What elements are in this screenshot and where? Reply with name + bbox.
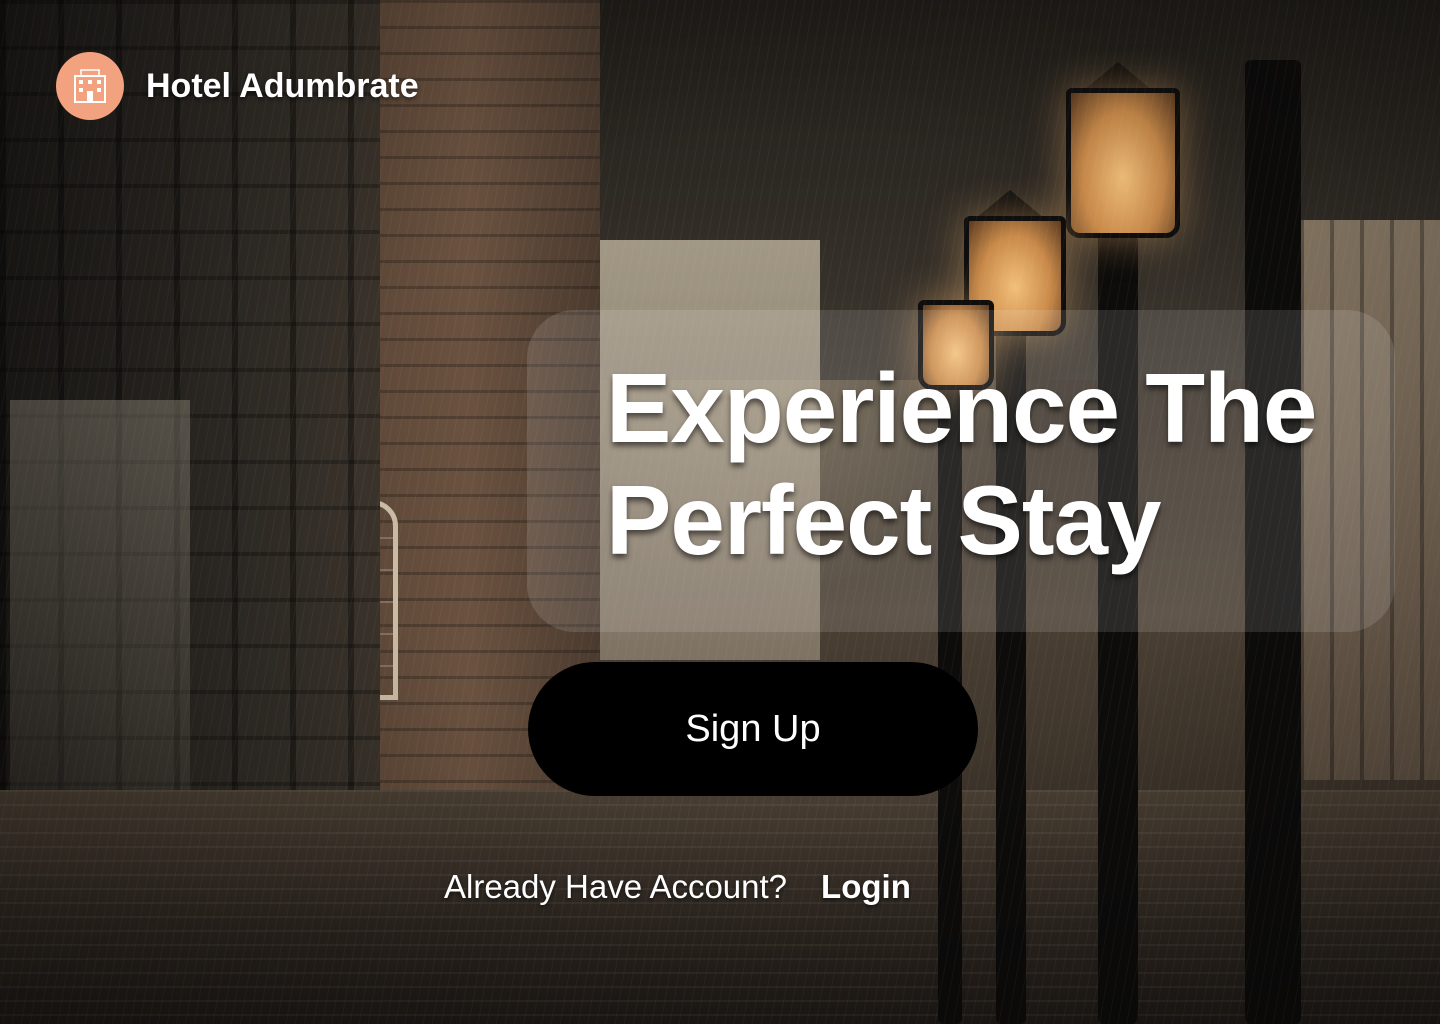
hero-title-line-1: Experience The (606, 353, 1317, 463)
landing-page: Hotel Adumbrate Experience The Perfect S… (0, 0, 1440, 1024)
lamp-cap (976, 190, 1044, 218)
hotel-building-icon-svg (74, 69, 106, 103)
lamp-cap (1084, 62, 1152, 90)
account-prompt-text: Already Have Account? (444, 868, 788, 905)
login-prompt-row: Already Have Account? Login (444, 868, 911, 906)
hero-title-line-2: Perfect Stay (606, 465, 1162, 575)
background-wet-street (0, 790, 1440, 1024)
brand-header[interactable]: Hotel Adumbrate (56, 52, 419, 120)
street-lamp (1066, 88, 1180, 238)
background-shop-window (10, 400, 190, 840)
hero-title: Experience The Perfect Stay (606, 352, 1386, 576)
login-link[interactable]: Login (821, 868, 911, 906)
brand-name: Hotel Adumbrate (146, 66, 419, 105)
hotel-building-icon (56, 52, 124, 120)
sign-up-button[interactable]: Sign Up (528, 662, 978, 796)
